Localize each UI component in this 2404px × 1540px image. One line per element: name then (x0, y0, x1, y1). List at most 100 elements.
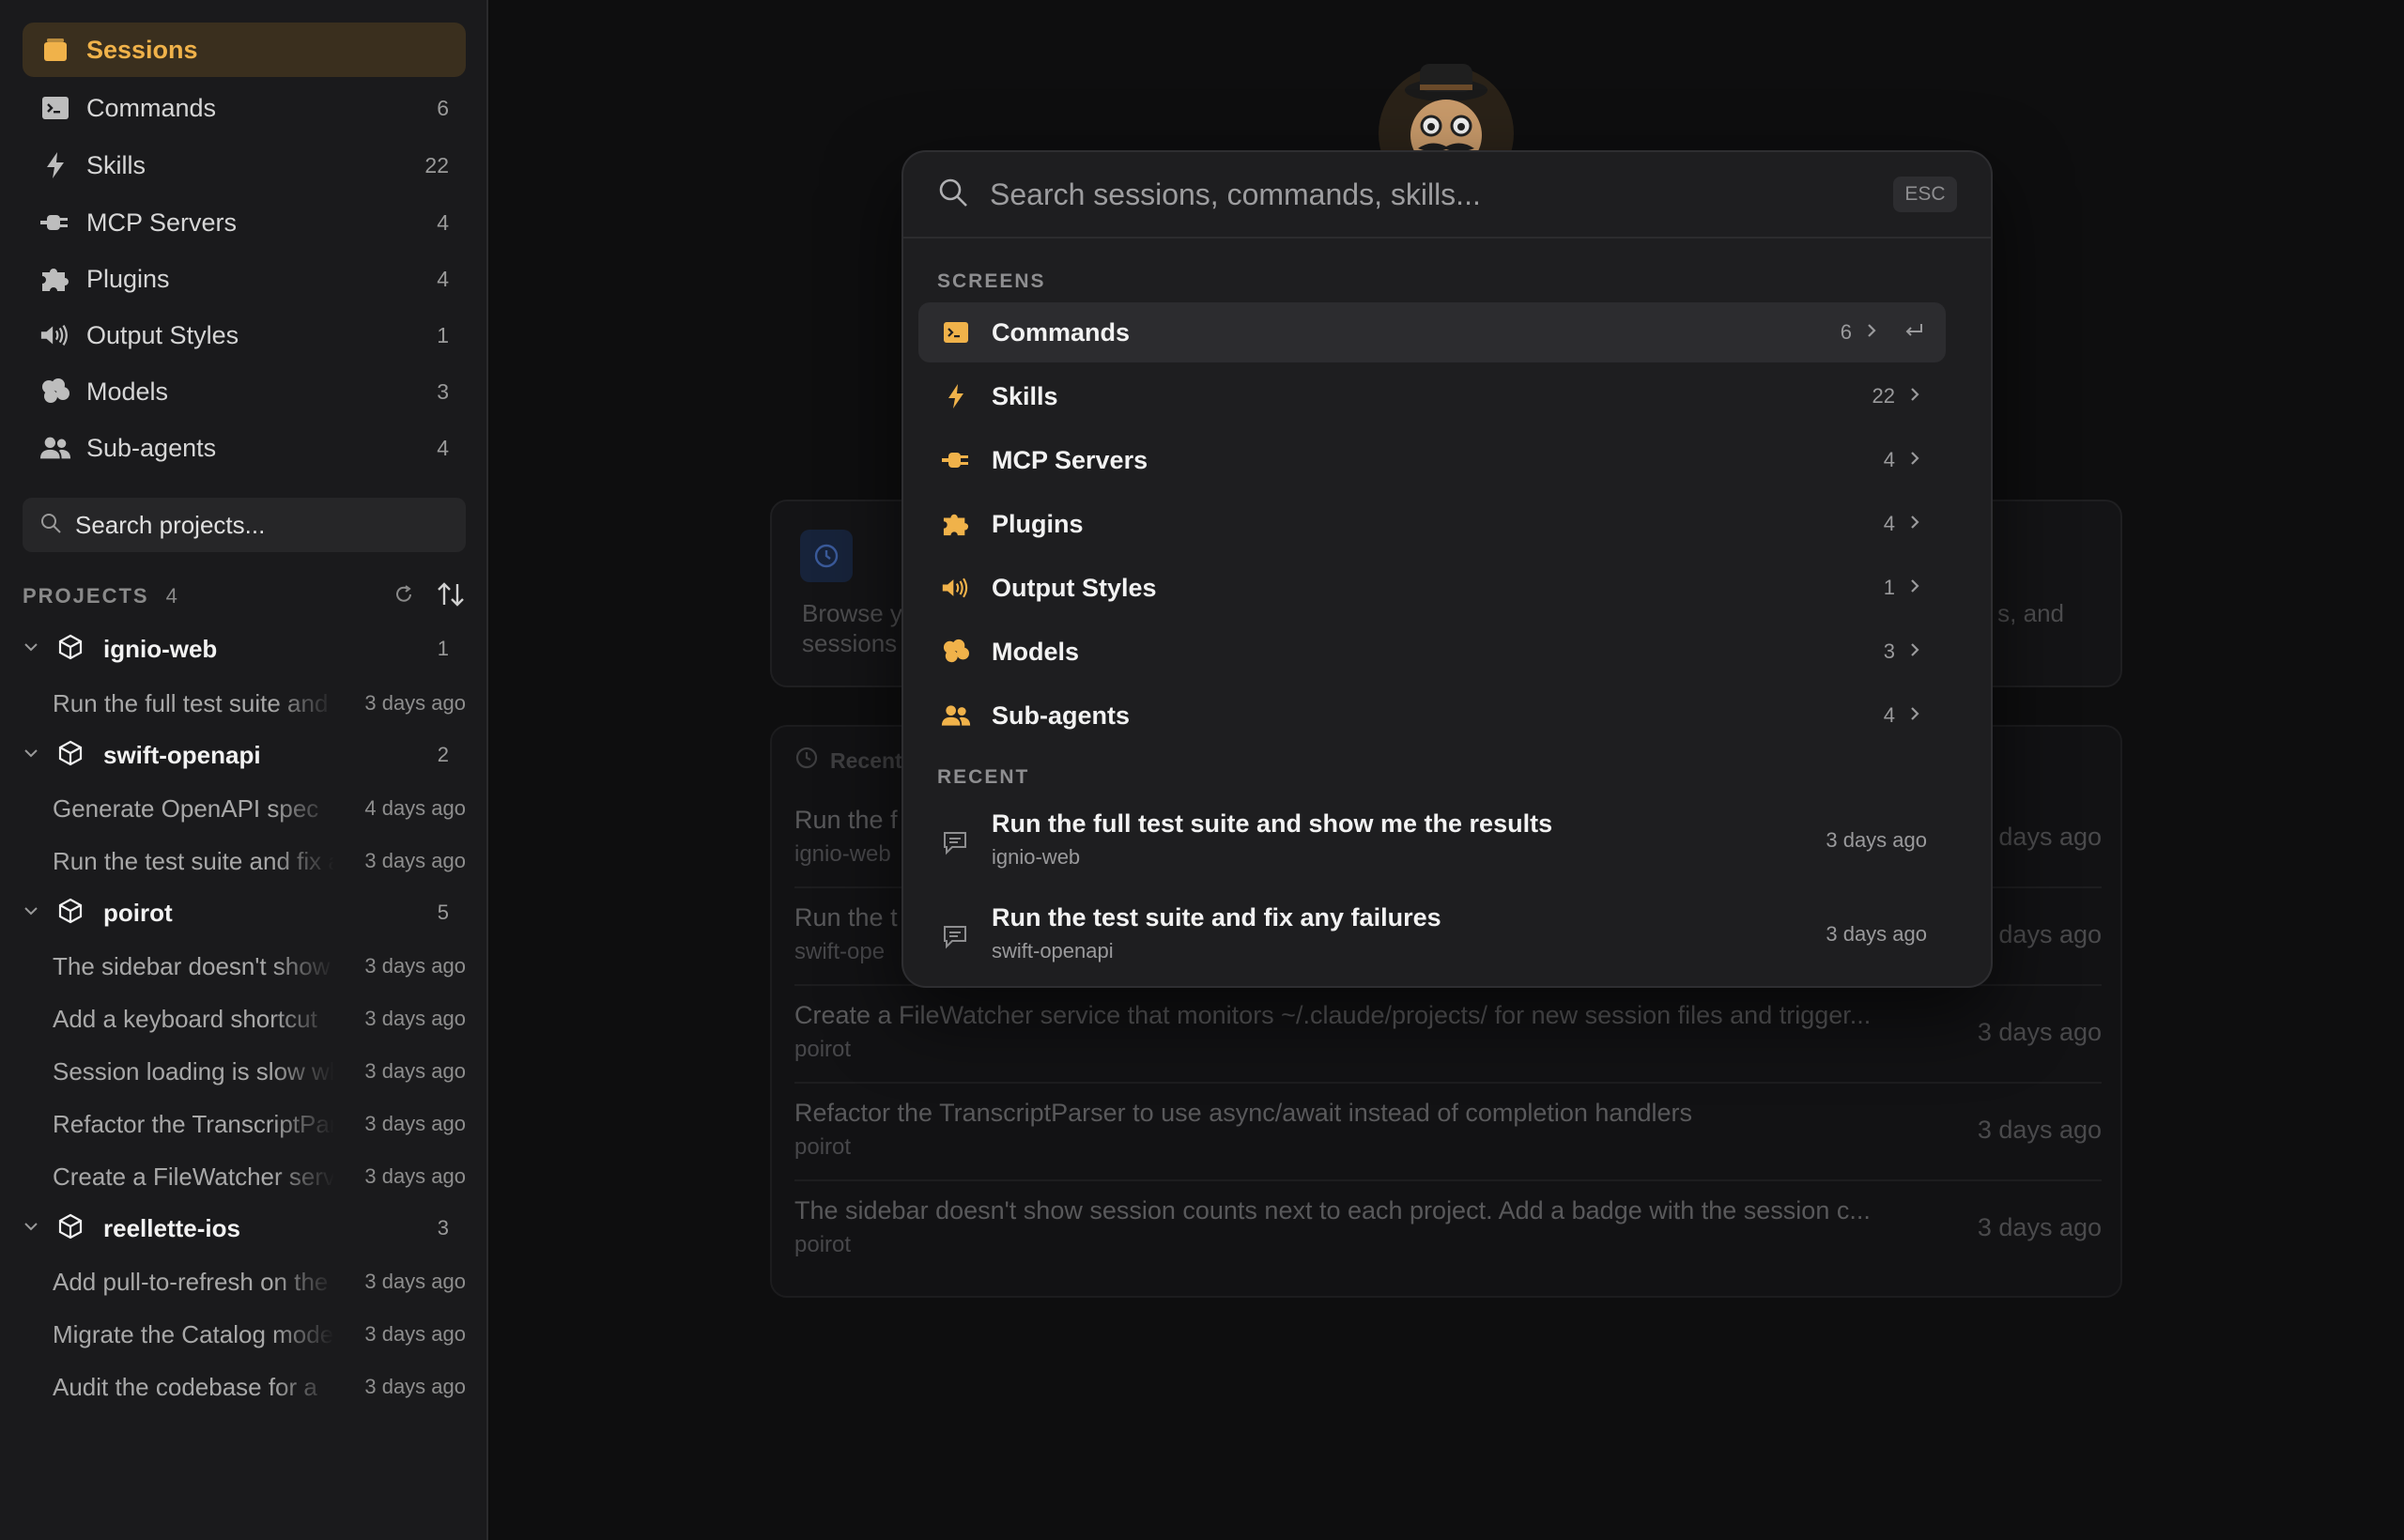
session-item[interactable]: Add pull-to-refresh on the 3 days ago (53, 1261, 466, 1302)
session-title: Audit the codebase for a (53, 1372, 317, 1401)
palette-item-plugins[interactable]: Plugins 4 (918, 494, 1946, 554)
palette-item-sub-agents[interactable]: Sub-agents 4 (918, 685, 1946, 746)
sort-icon[interactable] (436, 580, 466, 613)
session-title: Add pull-to-refresh on the (53, 1267, 329, 1296)
session-title: Session loading is slow when (53, 1056, 334, 1086)
search-projects-placeholder: Search projects... (75, 510, 266, 539)
chevron-right-icon (1908, 640, 1927, 664)
session-item[interactable]: Run the full test suite and show me the … (53, 683, 466, 724)
cube-icon (56, 897, 88, 930)
sidebar-item-label: Skills (86, 150, 146, 179)
sidebar-item-count: 3 (437, 378, 449, 404)
project-name: swift-openapi (103, 740, 261, 769)
puzzle-icon (941, 509, 971, 539)
session-item[interactable]: Session loading is slow when 3 days ago (53, 1051, 466, 1092)
palette-search-input[interactable] (990, 177, 1893, 212)
sidebar-item-label: MCP Servers (86, 208, 238, 237)
recent-row[interactable]: Refactor the TranscriptParser to use asy… (794, 1084, 2102, 1181)
recent-title: Recent (830, 747, 902, 773)
sidebar-item-models[interactable]: Models 3 (23, 364, 466, 419)
session-item[interactable]: Create a FileWatcher service 3 days ago (53, 1156, 466, 1197)
session-time: 3 days ago (364, 1375, 466, 1398)
sidebar: Sessions Commands 6 Skills 22 MCP Server… (0, 0, 488, 1540)
chevron-down-icon[interactable] (23, 747, 43, 763)
recent-time: days ago (1998, 823, 2102, 851)
project-poirot[interactable]: poirot 5 (23, 891, 466, 934)
session-item[interactable]: Add a keyboard shortcut 3 days ago (53, 998, 466, 1040)
palette-item-count: 6 (1840, 320, 1852, 344)
recent-prompt: The sidebar doesn't show session counts … (794, 1196, 1871, 1224)
palette-recent-item[interactable]: Run the full test suite and show me the … (918, 800, 1946, 886)
palette-item-count: 4 (1883, 448, 1895, 471)
cube-icon (56, 633, 88, 666)
session-item[interactable]: Generate OpenAPI spec 4 days ago (53, 788, 466, 829)
palette-item-skills[interactable]: Skills 22 (918, 366, 1946, 426)
terminal-icon (941, 317, 971, 347)
chevron-down-icon[interactable] (23, 1220, 43, 1237)
palette-item-count: 1 (1883, 576, 1895, 599)
sidebar-item-label: Commands (86, 93, 217, 122)
palette-item-commands[interactable]: Commands 6 (918, 302, 1946, 362)
screens-section-title: SCREENS (937, 270, 1046, 292)
palette-item-output-styles[interactable]: Output Styles 1 (918, 558, 1946, 618)
recent-project: poirot (794, 1037, 852, 1062)
session-item[interactable]: Audit the codebase for a 3 days ago (53, 1366, 466, 1408)
bolt-icon (941, 381, 971, 411)
palette-recent-project: ignio-web (992, 845, 1081, 869)
project-ignio-web[interactable]: ignio-web 1 (23, 627, 466, 670)
recent-prompt: Create a FileWatcher service that monito… (794, 1001, 1872, 1029)
esc-badge[interactable]: ESC (1893, 177, 1957, 212)
chevron-right-icon (1908, 577, 1927, 600)
search-projects-input[interactable]: Search projects... (23, 498, 466, 552)
palette-recent-item[interactable]: Run the test suite and fix any failures … (918, 894, 1946, 980)
sidebar-item-count: 4 (437, 266, 449, 291)
project-swift-openapi[interactable]: swift-openapi 2 (23, 733, 466, 777)
sidebar-item-commands[interactable]: Commands 6 (23, 81, 466, 135)
sidebar-item-skills[interactable]: Skills 22 (23, 138, 466, 192)
chat-bubble-icon (941, 922, 971, 952)
sidebar-item-output-styles[interactable]: Output Styles 1 (23, 308, 466, 362)
palette-recent-time: 3 days ago (1826, 922, 1927, 946)
recent-project: swift-ope (794, 939, 886, 964)
info-card-text: sessions (802, 629, 898, 657)
session-item[interactable]: Migrate the Catalog model 3 days ago (53, 1314, 466, 1355)
sidebar-item-mcp-servers[interactable]: MCP Servers 4 (23, 195, 466, 250)
palette-search-bar: ESC (903, 152, 1991, 239)
chevron-down-icon[interactable] (23, 904, 43, 921)
project-reellette-ios[interactable]: reellette-ios 3 (23, 1207, 466, 1250)
palette-item-mcp-servers[interactable]: MCP Servers 4 (918, 430, 1946, 490)
session-item[interactable]: Run the test suite and fix any failures … (53, 840, 466, 882)
projects-header: PROJECTS 4 (23, 580, 466, 612)
refresh-icon[interactable] (393, 583, 415, 610)
recent-section-title: RECENT (937, 766, 1030, 788)
chevron-right-icon (1908, 449, 1927, 472)
sidebar-item-count: 4 (437, 209, 449, 235)
palette-item-count: 4 (1883, 703, 1895, 727)
project-count: 5 (437, 901, 449, 924)
recent-row[interactable]: The sidebar doesn't show session counts … (794, 1181, 2102, 1279)
session-time: 3 days ago (364, 1322, 466, 1346)
sidebar-item-sessions[interactable]: Sessions (23, 23, 466, 77)
projects-title: PROJECTS (23, 584, 149, 608)
session-time: 3 days ago (364, 1270, 466, 1293)
recent-row[interactable]: Create a FileWatcher service that monito… (794, 986, 2102, 1084)
sessions-icon (39, 34, 71, 66)
session-item[interactable]: The sidebar doesn't show session counts … (53, 946, 466, 987)
info-card-text: s, and (1997, 599, 2064, 627)
projects-count: 4 (165, 584, 177, 608)
palette-item-models[interactable]: Models 3 (918, 622, 1946, 682)
palette-item-label: MCP Servers (992, 445, 1148, 474)
session-item[interactable]: Refactor the TranscriptParser 3 days ago (53, 1103, 466, 1145)
palette-recent-time: 3 days ago (1826, 828, 1927, 852)
sidebar-item-plugins[interactable]: Plugins 4 (23, 252, 466, 306)
sidebar-item-sub-agents[interactable]: Sub-agents 4 (23, 421, 466, 475)
sidebar-item-count: 1 (437, 322, 449, 347)
palette-item-count: 3 (1883, 639, 1895, 663)
sidebar-item-count: 4 (437, 435, 449, 460)
palette-recent-title: Run the test suite and fix any failures (992, 903, 1441, 932)
sidebar-item-label: Models (86, 377, 169, 406)
session-time: 3 days ago (364, 691, 466, 715)
chevron-down-icon[interactable] (23, 640, 43, 657)
palette-item-count: 22 (1872, 384, 1895, 408)
puzzle-icon (39, 263, 71, 295)
